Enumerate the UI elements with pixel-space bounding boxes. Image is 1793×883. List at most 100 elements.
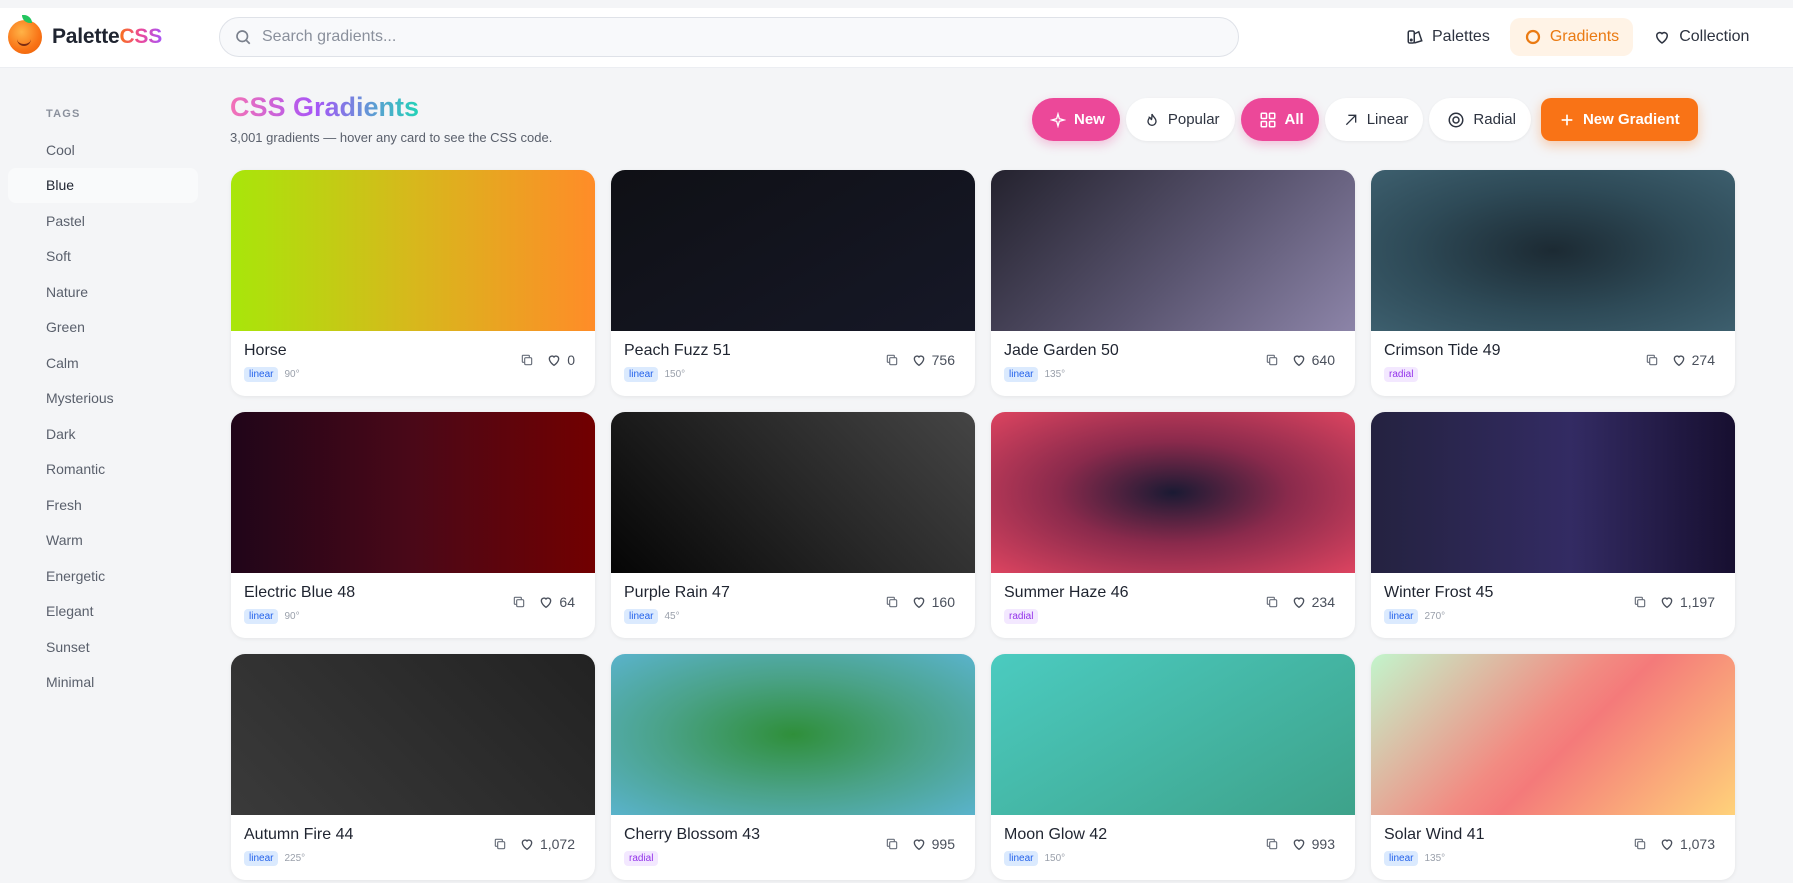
heart-icon	[911, 594, 927, 610]
like-button[interactable]: 993	[1291, 836, 1335, 852]
tag-item-soft[interactable]: Soft	[8, 239, 198, 275]
copy-icon[interactable]	[885, 595, 899, 609]
copy-icon[interactable]	[885, 837, 899, 851]
gradient-card[interactable]: Electric Blue 48 linear 90° 64	[231, 412, 595, 638]
tag-item-warm[interactable]: Warm	[8, 523, 198, 559]
like-button[interactable]: 160	[911, 594, 955, 610]
search-bar[interactable]	[219, 17, 1239, 57]
like-button[interactable]: 1,197	[1659, 594, 1715, 610]
nav-gradients[interactable]: Gradients	[1509, 18, 1634, 56]
tag-item-fresh[interactable]: Fresh	[8, 487, 198, 523]
filter-popular-label: Popular	[1167, 111, 1220, 128]
tag-item-cool[interactable]: Cool	[8, 132, 198, 168]
tag-item-sunset[interactable]: Sunset	[8, 629, 198, 665]
gradient-card[interactable]: Autumn Fire 44 linear 225° 1,072	[231, 654, 595, 880]
gradient-type-badge: linear	[624, 367, 659, 382]
copy-icon[interactable]	[1265, 595, 1279, 609]
gradient-card[interactable]: Jade Garden 50 linear 135° 640	[991, 170, 1355, 396]
tag-item-mysterious[interactable]: Mysterious	[8, 381, 198, 417]
new-gradient-button[interactable]: New Gradient	[1540, 98, 1698, 141]
filter-popular-button[interactable]: Popular	[1125, 98, 1235, 141]
tag-item-pastel[interactable]: Pastel	[8, 203, 198, 239]
gradient-preview[interactable]	[991, 412, 1355, 573]
tag-item-elegant[interactable]: Elegant	[8, 594, 198, 630]
brand-logo-link[interactable]: PaletteCSS	[8, 15, 162, 54]
tag-item-nature[interactable]: Nature	[8, 274, 198, 310]
tag-item-energetic[interactable]: Energetic	[8, 558, 198, 594]
gradient-card[interactable]: Solar Wind 41 linear 135° 1,073	[1371, 654, 1735, 880]
gradient-card[interactable]: Peach Fuzz 51 linear 150° 756	[611, 170, 975, 396]
gradient-card[interactable]: Purple Rain 47 linear 45° 160	[611, 412, 975, 638]
gradient-type-badge: linear	[244, 851, 279, 866]
top-navbar: PaletteCSS Palettes Gradients Collection	[0, 8, 1793, 68]
filter-linear-label: Linear	[1366, 111, 1409, 128]
copy-icon[interactable]	[1645, 353, 1659, 367]
gradient-preview[interactable]	[611, 654, 975, 815]
like-button[interactable]: 64	[538, 594, 575, 610]
like-count: 160	[931, 594, 955, 610]
gradient-angle: 150°	[664, 369, 686, 380]
copy-icon[interactable]	[1633, 595, 1647, 609]
flame-icon	[1144, 111, 1160, 129]
gradient-angle: 90°	[284, 369, 300, 380]
tag-item-romantic[interactable]: Romantic	[8, 452, 198, 488]
gradient-preview[interactable]	[1371, 412, 1735, 573]
gradient-card[interactable]: Winter Frost 45 linear 270° 1,197	[1371, 412, 1735, 638]
heart-icon	[1291, 352, 1307, 368]
copy-icon[interactable]	[1633, 837, 1647, 851]
tag-item-blue[interactable]: Blue	[8, 167, 198, 203]
tags-sidebar: TAGS Cool Blue Pastel Soft Nature Green Calm My…	[8, 70, 198, 883]
copy-icon[interactable]	[885, 353, 899, 367]
gradient-card[interactable]: Summer Haze 46 radial 234	[991, 412, 1355, 638]
like-button[interactable]: 274	[1671, 352, 1715, 368]
gradient-preview[interactable]	[231, 654, 595, 815]
gradient-preview[interactable]	[1371, 170, 1735, 331]
filter-radial-button[interactable]: Radial	[1429, 98, 1531, 141]
gradient-name: Summer Haze 46	[1004, 584, 1129, 601]
filter-linear-button[interactable]: Linear	[1324, 98, 1424, 141]
gradient-preview[interactable]	[1371, 654, 1735, 815]
gradient-preview[interactable]	[991, 170, 1355, 331]
like-button[interactable]: 0	[546, 352, 575, 368]
gradient-card[interactable]: Horse linear 90° 0	[231, 170, 595, 396]
copy-icon[interactable]	[520, 353, 534, 367]
nav-palettes[interactable]: Palettes	[1392, 18, 1504, 56]
heart-icon	[1653, 28, 1671, 46]
filter-all-button[interactable]: All	[1240, 98, 1319, 141]
copy-icon[interactable]	[1265, 837, 1279, 851]
like-button[interactable]: 756	[911, 352, 955, 368]
gradient-preview[interactable]	[991, 654, 1355, 815]
like-button[interactable]: 1,072	[519, 836, 575, 852]
heart-icon	[911, 352, 927, 368]
gradient-name: Cherry Blossom 43	[624, 826, 761, 843]
gradient-card[interactable]: Crimson Tide 49 radial 274	[1371, 170, 1735, 396]
gradient-name: Moon Glow 42	[1004, 826, 1108, 843]
gradient-meta: radial	[624, 851, 659, 866]
like-count: 64	[559, 594, 575, 610]
gradient-preview[interactable]	[611, 170, 975, 331]
gradient-meta: linear 270°	[1384, 609, 1445, 624]
filter-new-button[interactable]: New	[1032, 98, 1120, 141]
like-button[interactable]: 234	[1291, 594, 1335, 610]
search-input[interactable]	[262, 28, 1162, 46]
like-button[interactable]: 1,073	[1659, 836, 1715, 852]
tags-heading: TAGS	[46, 108, 81, 120]
like-button[interactable]: 995	[911, 836, 955, 852]
nav-collection[interactable]: Collection	[1639, 18, 1763, 56]
tag-item-minimal[interactable]: Minimal	[8, 665, 198, 701]
tag-item-green[interactable]: Green	[8, 310, 198, 346]
gradient-card[interactable]: Cherry Blossom 43 radial 995	[611, 654, 975, 880]
copy-icon[interactable]	[493, 837, 507, 851]
page-title: CSS Gradients	[230, 92, 420, 122]
gradient-preview[interactable]	[611, 412, 975, 573]
copy-icon[interactable]	[512, 595, 526, 609]
copy-icon[interactable]	[1265, 353, 1279, 367]
like-button[interactable]: 640	[1291, 352, 1335, 368]
tag-item-dark[interactable]: Dark	[8, 416, 198, 452]
gradient-preview[interactable]	[231, 412, 595, 573]
tag-item-calm[interactable]: Calm	[8, 345, 198, 381]
heart-icon	[1291, 594, 1307, 610]
new-gradient-label: New Gradient	[1582, 111, 1680, 128]
gradient-preview[interactable]	[231, 170, 595, 331]
gradient-card[interactable]: Moon Glow 42 linear 150° 993	[991, 654, 1355, 880]
